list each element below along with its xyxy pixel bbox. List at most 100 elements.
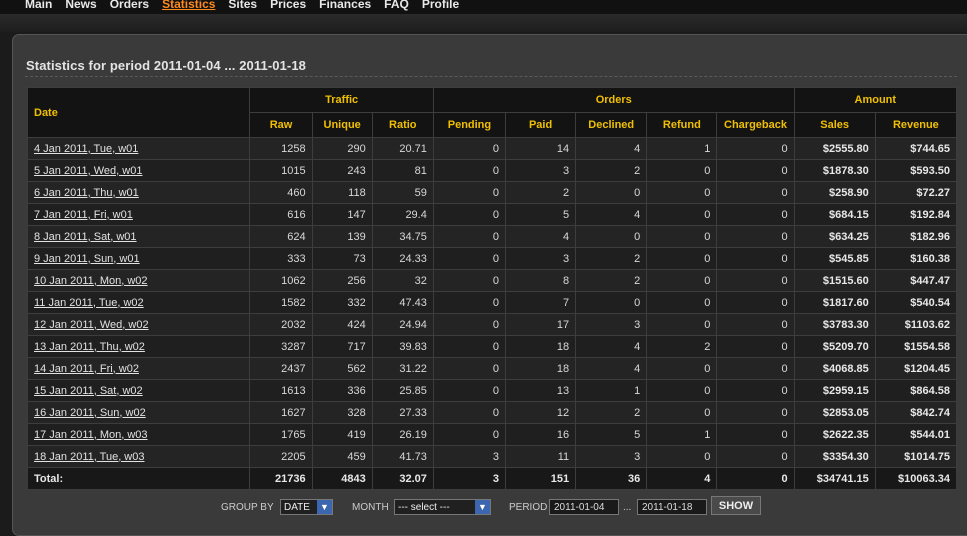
chevron-down-icon: ▼ [475,500,490,514]
cell-chargeback: 0 [716,137,795,160]
month-select[interactable]: --- select --- ▼ [394,499,491,515]
cell-paid: 11 [504,445,577,468]
table-row: 5 Jan 2011, Wed, w01 1015 243 81 0 3 2 0 0 $1878.… [26,159,958,182]
cell-unique: 73 [311,247,373,270]
cell-refund: 0 [646,445,718,468]
table-row: 14 Jan 2011, Fri, w02 2437 562 31.22 0 18 4 0 0 $… [26,357,958,380]
total-row: Total: 21736 4843 32.07 3 151 36 4 0 $34741.15 $10… [26,467,958,490]
table-row: 15 Jan 2011, Sat, w02 1613 336 25.85 0 13 1 0 0 $… [26,379,958,402]
cell-paid: 3 [504,247,577,270]
date-link[interactable]: 18 Jan 2011, Tue, w03 [34,451,145,463]
date-link[interactable]: 9 Jan 2011, Sun, w01 [34,253,140,265]
cell-unique: 243 [311,159,373,182]
period-to-input[interactable]: 2011-01-18 [637,499,707,515]
chevron-down-icon: ▼ [317,500,332,514]
header-ratio: Ratio [371,112,434,138]
header-refund: Refund [646,112,718,138]
cell-ratio: 41.73 [371,445,434,468]
cell-raw: 2437 [249,357,313,380]
nav-item-sites[interactable]: Sites [228,0,257,10]
cell-raw: 1613 [249,379,313,402]
cell-sales: $684.15 [793,203,876,226]
total-declined: 36 [575,467,648,490]
cell-declined: 2 [575,247,648,270]
cell-raw: 460 [249,181,313,204]
total-date: Total: [26,467,251,490]
group-by-select[interactable]: DATE ▼ [280,499,333,515]
total-refund: 4 [646,467,718,490]
nav-item-news[interactable]: News [65,0,96,10]
cell-refund: 0 [646,159,718,182]
cell-revenue: $1204.45 [874,357,958,380]
cell-refund: 0 [646,203,718,226]
date-link[interactable]: 12 Jan 2011, Wed, w02 [34,319,149,331]
cell-chargeback: 0 [716,445,795,468]
cell-unique: 717 [311,335,373,358]
date-link[interactable]: 17 Jan 2011, Mon, w03 [34,429,148,441]
cell-sales: $2853.05 [793,401,876,424]
cell-pending: 0 [432,225,507,248]
cell-pending: 0 [432,181,507,204]
header-traffic: Traffic [249,87,434,113]
nav-item-orders[interactable]: Orders [110,0,149,10]
cell-ratio: 34.75 [371,225,434,248]
nav-item-finances[interactable]: Finances [319,0,371,10]
date-link[interactable]: 13 Jan 2011, Thu, w02 [34,341,145,353]
nav-item-prices[interactable]: Prices [270,0,306,10]
table-row: 11 Jan 2011, Tue, w02 1582 332 47.43 0 7 0 0 0 $1… [26,291,958,314]
month-value: --- select --- [398,502,450,513]
cell-pending: 0 [432,379,507,402]
cell-ratio: 81 [371,159,434,182]
nav-item-faq[interactable]: FAQ [384,0,409,10]
period-from-input[interactable]: 2011-01-04 [549,499,619,515]
header-chargeback: Chargeback [716,112,795,138]
show-button[interactable]: SHOW [711,496,761,515]
cell-date: 7 Jan 2011, Fri, w01 [26,203,251,226]
cell-paid: 7 [504,291,577,314]
cell-declined: 4 [575,357,648,380]
cell-paid: 16 [504,423,577,446]
cell-pending: 0 [432,269,507,292]
header-sales: Sales [793,112,876,138]
header-amount: Amount [793,87,958,113]
date-link[interactable]: 8 Jan 2011, Sat, w01 [34,231,137,243]
cell-sales: $5209.70 [793,335,876,358]
cell-chargeback: 0 [716,357,795,380]
table-row: 13 Jan 2011, Thu, w02 3287 717 39.83 0 18 4 2 0 $… [26,335,958,358]
cell-raw: 1062 [249,269,313,292]
cell-declined: 0 [575,225,648,248]
nav-item-main[interactable]: Main [25,0,52,10]
cell-chargeback: 0 [716,291,795,314]
date-link[interactable]: 16 Jan 2011, Sun, w02 [34,407,146,419]
cell-raw: 1627 [249,401,313,424]
cell-pending: 0 [432,423,507,446]
cell-chargeback: 0 [716,379,795,402]
cell-unique: 256 [311,269,373,292]
date-link[interactable]: 10 Jan 2011, Mon, w02 [34,275,148,287]
cell-chargeback: 0 [716,225,795,248]
date-link[interactable]: 5 Jan 2011, Wed, w01 [34,165,142,177]
panel-title: Statistics for period 2011-01-04 ... 201… [26,58,307,73]
date-link[interactable]: 7 Jan 2011, Fri, w01 [34,209,133,221]
cell-raw: 2205 [249,445,313,468]
date-link[interactable]: 11 Jan 2011, Tue, w02 [34,297,144,309]
date-link[interactable]: 15 Jan 2011, Sat, w02 [34,385,143,397]
cell-raw: 333 [249,247,313,270]
table-row: 8 Jan 2011, Sat, w01 624 139 34.75 0 4 0 0 0 $634… [26,225,958,248]
cell-revenue: $540.54 [874,291,958,314]
month-label: MONTH [352,502,389,513]
cell-sales: $258.90 [793,181,876,204]
cell-sales: $3783.30 [793,313,876,336]
date-link[interactable]: 14 Jan 2011, Fri, w02 [34,363,139,375]
nav-item-statistics[interactable]: Statistics [162,0,215,10]
cell-date: 5 Jan 2011, Wed, w01 [26,159,251,182]
date-link[interactable]: 6 Jan 2011, Thu, w01 [34,187,139,199]
cell-revenue: $182.96 [874,225,958,248]
cell-pending: 0 [432,247,507,270]
date-link[interactable]: 4 Jan 2011, Tue, w01 [34,143,138,155]
cell-paid: 4 [504,225,577,248]
header-unique: Unique [311,112,373,138]
nav-item-profile[interactable]: Profile [422,0,459,10]
cell-declined: 3 [575,445,648,468]
period-label: PERIOD [509,502,548,513]
